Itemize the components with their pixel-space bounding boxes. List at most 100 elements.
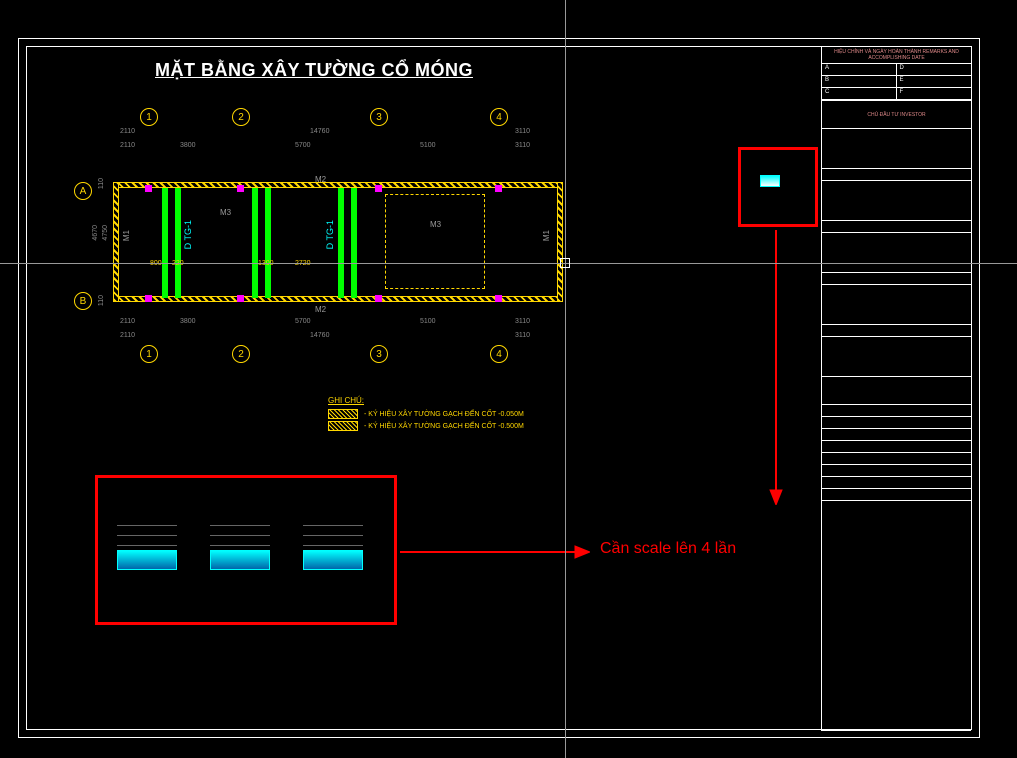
grid-bubble-col-2: 2 [232,108,250,126]
dl [117,535,177,536]
dl [117,545,177,546]
section-detail-2 [210,510,280,580]
column-marker [237,295,244,302]
grid-bubble-col-1: 1 [140,108,158,126]
room-outline [385,194,485,289]
dim: 4670 [92,225,99,241]
sample-detail-body [760,175,780,187]
tb-field [822,489,971,501]
tb-header: HIỆU CHỈNH VÀ NGÀY HOÀN THÀNH REMARKS AN… [822,47,971,64]
dim: 3110 [515,142,530,149]
tie-col [175,188,181,298]
grid-bubble-row-b: B [74,292,92,310]
legend-text: - KÝ HIỆU XÂY TƯỜNG GẠCH ĐẾN CỐT -0.500M [364,423,524,430]
column-marker [495,185,502,192]
dl [117,525,177,526]
tie-col [162,188,168,298]
dim: 3110 [515,128,530,135]
dim: 14760 [310,128,329,135]
dim: 3110 [515,318,530,325]
tb-field [822,501,971,731]
dim: 110 [98,178,105,189]
title-block: HIỆU CHỈNH VÀ NGÀY HOÀN THÀNH REMARKS AN… [821,47,971,731]
legend: GHI CHÚ: - KÝ HIỆU XÂY TƯỜNG GẠCH ĐẾN CỐ… [328,396,524,433]
wall-right [557,182,563,302]
legend-title: GHI CHÚ: [328,396,524,405]
wall-label: M3 [220,208,231,217]
dl [303,535,363,536]
dl [210,535,270,536]
tb-field [822,337,971,377]
tb-cell: D [897,64,972,76]
wall-label: M3 [430,220,441,229]
tb-field [822,377,971,405]
drawing-title: MẶT BẰNG XÂY TƯỜNG CỔ MÓNG [155,60,473,81]
tb-cell: A [822,64,897,76]
dim: 2110 [120,128,135,135]
dl [303,525,363,526]
wall-left [113,182,119,302]
tb-field [822,477,971,489]
wall-label: M1 [542,230,551,241]
column-marker [375,295,382,302]
tie-label: D TG-1 [183,220,193,249]
dim: 3800 [180,142,196,149]
section-detail-1 [117,510,187,580]
dim: 14760 [310,332,329,339]
wall-label: M1 [122,230,131,241]
tie-col [252,188,258,298]
tb-field [822,465,971,477]
dim: 2110 [120,332,135,339]
tb-cell: F [897,88,972,100]
section-detail-3 [303,510,373,580]
tb-field [822,325,971,337]
column-marker [145,295,152,302]
grid-bubble-col-1b: 1 [140,345,158,363]
detail-foundation [303,550,363,570]
tie-col [338,188,344,298]
grid-bubble-row-a: A [74,182,92,200]
column-marker [375,185,382,192]
legend-swatch-1 [328,409,358,419]
tb-cell: E [897,76,972,88]
column-marker [237,185,244,192]
sample-detail[interactable] [760,175,790,200]
tb-field [822,285,971,325]
crosshair-vertical [565,0,566,758]
dim: 5700 [295,142,311,149]
tb-cell: C [822,88,897,100]
tb-field [822,233,971,273]
dim: 5100 [420,142,436,149]
cursor-pickbox[interactable] [560,258,570,268]
tb-field [822,429,971,441]
grid-bubble-col-3b: 3 [370,345,388,363]
dim: 4750 [102,225,109,241]
tie-col [351,188,357,298]
detail-sections-group[interactable] [105,485,385,605]
dim: 5700 [295,318,311,325]
arrow-horizontal [400,542,590,562]
wall-label: M2 [315,175,326,184]
tb-investor: CHỦ ĐẦU TƯ INVESTOR [822,101,971,129]
dim: 3110 [515,332,530,339]
tb-field [822,181,971,221]
tie-col [265,188,271,298]
foundation-plan[interactable]: 1 2 3 4 1 2 3 4 A B 2110 14760 3110 2110… [80,100,600,360]
tb-cell: B [822,76,897,88]
arrow-vertical [766,230,786,505]
tb-revision-grid: A D B E C F [822,64,971,101]
legend-text: - KÝ HIỆU XÂY TƯỜNG GẠCH ĐẾN CỐT -0.050M [364,411,524,418]
dim: 2110 [120,142,135,149]
legend-row: - KÝ HIỆU XÂY TƯỜNG GẠCH ĐẾN CỐT -0.050M [328,409,524,419]
crosshair-horizontal [0,263,1017,264]
dim: 110 [98,295,105,306]
tb-field [822,417,971,429]
dl [210,525,270,526]
grid-bubble-col-4: 4 [490,108,508,126]
detail-foundation [210,550,270,570]
column-marker [145,185,152,192]
tb-field [822,273,971,285]
tb-field [822,221,971,233]
tb-field [822,129,971,169]
legend-row: - KÝ HIỆU XÂY TƯỜNG GẠCH ĐẾN CỐT -0.500M [328,421,524,431]
